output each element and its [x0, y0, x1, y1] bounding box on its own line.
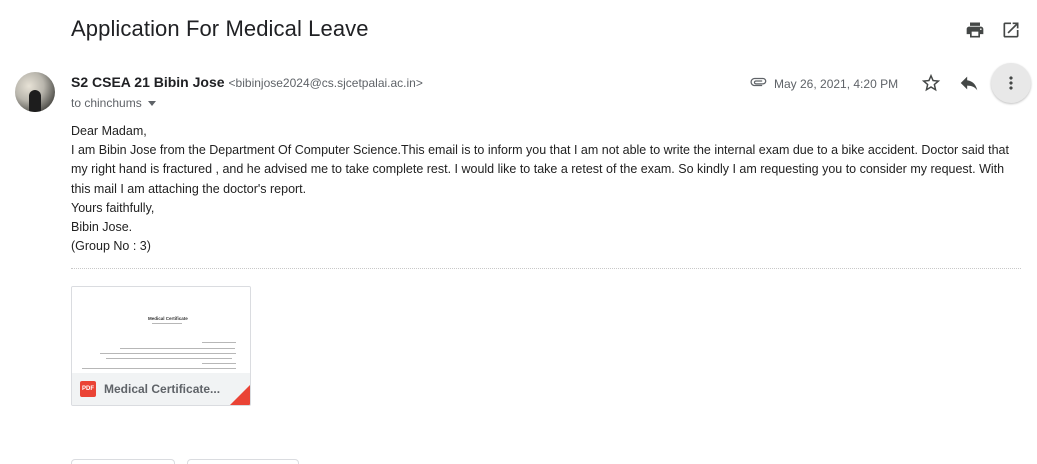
star-icon[interactable]: [920, 72, 942, 94]
body-paragraph: I am Bibin Jose from the Department Of C…: [71, 143, 1009, 196]
body-closing: Yours faithfully,: [71, 200, 155, 215]
sender-email: <bibinjose2024@cs.sjcetpalai.ac.in>: [228, 76, 423, 90]
open-in-new-window-icon[interactable]: [1001, 20, 1021, 40]
attachments-divider: [71, 268, 1021, 269]
print-icon[interactable]: [965, 20, 985, 40]
sender-avatar[interactable]: [15, 72, 55, 112]
attachment-card[interactable]: Medical Certificate PDF Medical Certific…: [71, 286, 251, 406]
email-body: Dear Madam, I am Bibin Jose from the Dep…: [71, 122, 1026, 256]
email-view: Application For Medical Leave S2 CSEA 21…: [0, 0, 1037, 464]
sender-name[interactable]: S2 CSEA 21 Bibin Jose: [71, 74, 225, 90]
attachment-footer: PDF Medical Certificate...: [72, 373, 250, 405]
email-subject: Application For Medical Leave: [71, 16, 369, 41]
paperclip-icon: [748, 74, 768, 93]
sender-line: S2 CSEA 21 Bibin Jose <bibinjose2024@cs.…: [71, 74, 423, 90]
attachment-name: Medical Certificate...: [104, 382, 221, 396]
top-actions: [965, 20, 1021, 40]
recipient-text: to chinchums: [71, 96, 142, 110]
email-meta: May 26, 2021, 4:20 PM: [748, 74, 898, 93]
email-date: May 26, 2021, 4:20 PM: [774, 76, 899, 91]
reply-icon[interactable]: [958, 72, 980, 94]
attachment-corner-fold: [230, 385, 250, 405]
attachment-preview: Medical Certificate: [72, 287, 250, 373]
recipient-line[interactable]: to chinchums: [71, 96, 156, 110]
chevron-down-icon[interactable]: [147, 100, 156, 106]
pdf-icon: PDF: [80, 381, 96, 397]
more-vert-icon: [1009, 76, 1013, 90]
preview-title: Medical Certificate: [148, 316, 188, 321]
reply-button[interactable]: [71, 459, 175, 464]
body-greeting: Dear Madam,: [71, 124, 147, 138]
forward-button[interactable]: [187, 459, 299, 464]
body-group: (Group No : 3): [71, 239, 151, 254]
body-signature: Bibin Jose.: [71, 220, 133, 235]
more-options-button[interactable]: [991, 63, 1031, 103]
